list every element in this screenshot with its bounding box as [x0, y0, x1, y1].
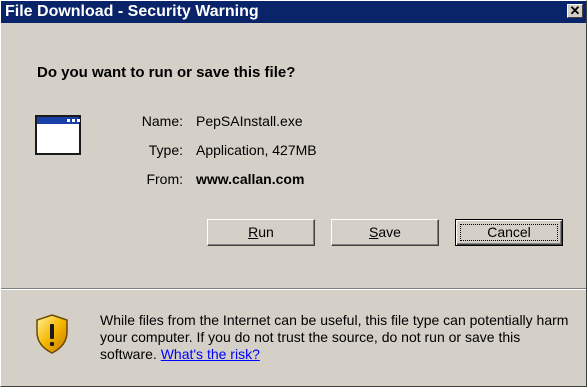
window-title: File Download - Security Warning [5, 3, 259, 20]
run-access-key: R [248, 224, 259, 240]
cancel-button[interactable]: Cancel [455, 219, 563, 246]
close-button[interactable]: ✕ [567, 4, 583, 18]
separator-highlight [1, 289, 586, 290]
run-button[interactable]: Run [207, 219, 315, 246]
run-label-rest: un [258, 224, 274, 240]
save-access-key: S [369, 224, 379, 240]
file-name-value: PepSAInstall.exe [196, 113, 303, 129]
application-window-icon [35, 115, 81, 155]
type-label: Type: [148, 142, 183, 158]
file-source-value: www.callan.com [196, 171, 305, 187]
from-label: From: [146, 171, 183, 187]
close-icon: ✕ [569, 3, 581, 18]
title-bar[interactable]: File Download - Security Warning ✕ [1, 1, 586, 23]
security-warning-dialog: File Download - Security Warning ✕ Do yo… [0, 0, 587, 387]
whats-the-risk-link[interactable]: What's the risk? [161, 346, 260, 362]
security-shield-icon [36, 314, 68, 354]
save-label-rest: ave [378, 224, 401, 240]
save-button[interactable]: Save [331, 219, 439, 246]
cancel-label: Cancel [487, 224, 531, 240]
prompt-question: Do you want to run or save this file? [37, 64, 296, 81]
warning-message: While files from the Internet can be use… [100, 312, 575, 363]
name-label: Name: [141, 113, 183, 129]
file-type-value: Application, 427MB [196, 142, 317, 158]
